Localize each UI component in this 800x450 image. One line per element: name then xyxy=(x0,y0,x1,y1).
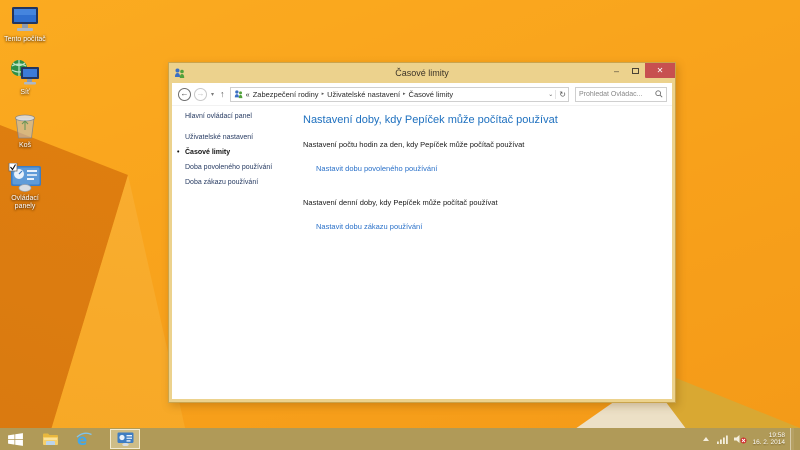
sidebar-links: Uživatelské nastavení • Časové limity Do… xyxy=(185,130,303,190)
up-button[interactable]: ↑ xyxy=(218,89,227,99)
sidebar-item-time-limits[interactable]: • Časové limity xyxy=(185,145,303,160)
sidebar-item-allowed-time[interactable]: Doba povoleného používání xyxy=(185,160,303,175)
taskbar-clock[interactable]: 19:58 16. 2. 2014 xyxy=(752,432,785,447)
sidebar-item-curfew[interactable]: Doba zákazu používání xyxy=(185,175,303,190)
maximize-icon xyxy=(632,68,639,74)
desktop-icon-label: Koš xyxy=(2,142,48,150)
breadcrumb-item-user-settings[interactable]: Uživatelské nastavení xyxy=(327,90,400,99)
breadcrumb-separator-icon: ▸ xyxy=(403,91,406,97)
active-bullet-icon: • xyxy=(177,145,179,160)
desktop-icon-label: Ovládací panely xyxy=(2,195,48,211)
search-box[interactable] xyxy=(575,87,667,102)
clock-time: 19:58 xyxy=(752,432,785,440)
breadcrumb-item-family-safety[interactable]: Zabezpečení rodiny xyxy=(253,90,319,99)
search-icon[interactable] xyxy=(655,90,663,98)
windows-logo-icon xyxy=(8,433,23,446)
breadcrumb: « Zabezpečení rodiny ▸ Uživatelské nasta… xyxy=(246,90,546,99)
window-titlebar[interactable]: Časové limity – ✕ xyxy=(169,63,675,83)
breadcrumb-prefix: « xyxy=(246,90,250,99)
network-signal-icon[interactable] xyxy=(717,435,729,444)
desktop-icon-label: Síť xyxy=(2,89,48,97)
volume-muted-icon[interactable] xyxy=(734,434,747,444)
control-panel-icon xyxy=(2,163,48,193)
address-toolbar: ← → ▾ ↑ « Zabezpečení rodiny ▸ Uži xyxy=(172,83,672,106)
breadcrumb-item-time-limits[interactable]: Časové limity xyxy=(409,90,454,99)
refresh-icon[interactable]: ↻ xyxy=(555,90,566,99)
page-title: Nastavení doby, kdy Pepíček může počítač… xyxy=(303,114,662,126)
desktop-icon-network[interactable]: Síť xyxy=(2,57,48,97)
recent-pages-caret-icon[interactable]: ▾ xyxy=(210,91,215,98)
show-desktop-button[interactable] xyxy=(790,428,794,450)
address-bar[interactable]: « Zabezpečení rodiny ▸ Uživatelské nasta… xyxy=(230,87,569,102)
file-explorer-icon xyxy=(42,432,59,446)
start-button[interactable] xyxy=(0,428,30,450)
minimize-button[interactable]: – xyxy=(607,63,626,78)
computer-icon xyxy=(2,4,48,34)
close-button[interactable]: ✕ xyxy=(645,63,675,78)
show-hidden-icons-icon[interactable] xyxy=(703,437,709,441)
curfew-section: Nastavení denní doby, kdy Pepíček může p… xyxy=(303,198,662,247)
back-button[interactable]: ← xyxy=(178,88,191,101)
taskbar-internet-explorer-button[interactable]: e xyxy=(70,428,98,450)
desktop-icon-list: Tento počítač Síť Koš xyxy=(2,4,48,224)
forward-button[interactable]: → xyxy=(194,88,207,101)
window-body: ← → ▾ ↑ « Zabezpečení rodiny ▸ Uži xyxy=(172,83,672,399)
breadcrumb-separator-icon: ▸ xyxy=(322,91,325,97)
section-description: Nastavení denní doby, kdy Pepíček může p… xyxy=(303,198,662,207)
desktop-icon-this-pc[interactable]: Tento počítač xyxy=(2,4,48,44)
system-tray: 19:58 16. 2. 2014 xyxy=(703,428,800,450)
taskbar: e xyxy=(0,428,800,450)
allowed-time-section: Nastavení počtu hodin za den, kdy Pepíče… xyxy=(303,140,662,189)
clock-date: 16. 2. 2014 xyxy=(752,439,785,447)
main-pane: Nastavení doby, kdy Pepíček může počítač… xyxy=(303,106,672,399)
section-description: Nastavení počtu hodin za den, kdy Pepíče… xyxy=(303,140,662,149)
task-pane-sidebar: Hlavní ovládací panel Uživatelské nastav… xyxy=(172,106,303,399)
taskbar-control-panel-button[interactable] xyxy=(110,429,140,449)
window-content: Hlavní ovládací panel Uživatelské nastav… xyxy=(172,106,672,399)
maximize-button[interactable] xyxy=(626,63,645,78)
desktop-icon-control-panel[interactable]: Ovládací panely xyxy=(2,163,48,211)
set-curfew-link[interactable]: Nastavit dobu zákazu používání xyxy=(316,222,422,231)
window-controls: – ✕ xyxy=(607,63,675,78)
recycle-bin-icon xyxy=(2,110,48,140)
internet-explorer-icon: e xyxy=(75,431,93,448)
taskbar-file-explorer-button[interactable] xyxy=(36,428,64,450)
window-title: Časové limity xyxy=(169,63,675,83)
address-dropdown-icon[interactable]: ⌄ xyxy=(548,91,553,98)
set-allowed-time-link[interactable]: Nastavit dobu povoleného používání xyxy=(316,164,437,173)
control-panel-taskbar-icon xyxy=(117,432,134,446)
sidebar-item-user-settings[interactable]: Uživatelské nastavení xyxy=(185,130,303,145)
control-panel-window: Časové limity – ✕ ← → ▾ ↑ xyxy=(168,62,676,403)
network-icon xyxy=(2,57,48,87)
sidebar-item-control-panel-home[interactable]: Hlavní ovládací panel xyxy=(185,113,303,120)
taskbar-buttons: e xyxy=(0,428,140,450)
desktop-icon-label: Tento počítač xyxy=(2,36,48,44)
desktop-icon-recycle-bin[interactable]: Koš xyxy=(2,110,48,150)
search-input[interactable] xyxy=(579,91,655,98)
address-bar-tools: ⌄ ↻ xyxy=(548,90,566,99)
family-safety-address-icon xyxy=(234,90,243,99)
